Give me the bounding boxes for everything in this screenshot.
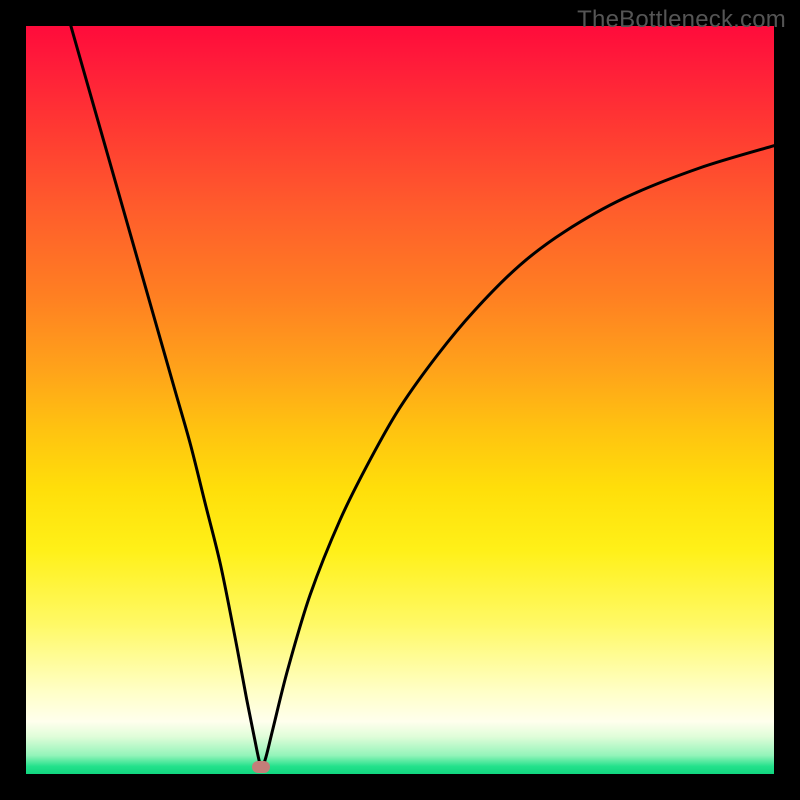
watermark-label: TheBottleneck.com: [577, 6, 786, 34]
bottleneck-curve: [26, 26, 774, 774]
optimal-point-marker: [252, 761, 270, 773]
chart-plot-area: [26, 26, 774, 774]
